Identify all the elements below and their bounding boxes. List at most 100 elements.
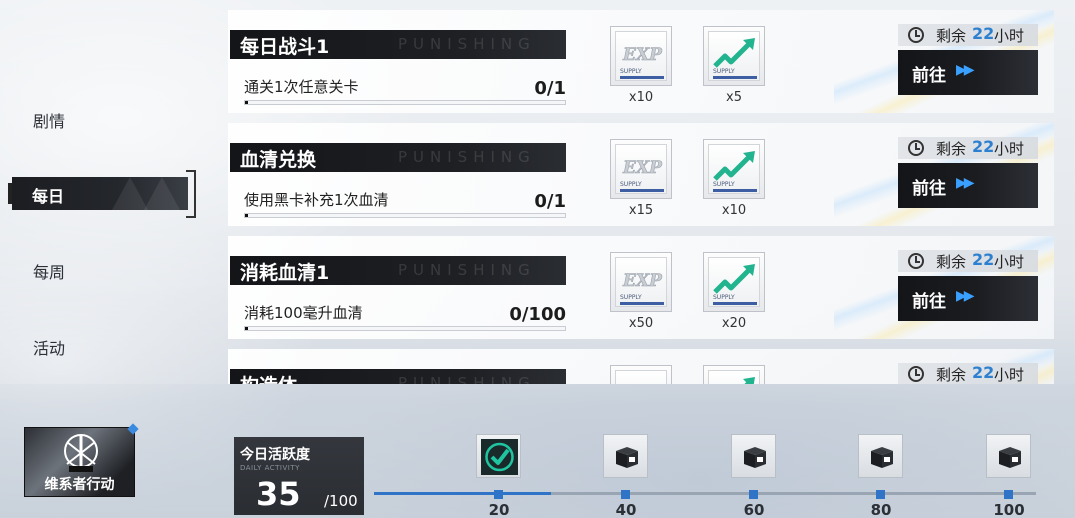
nav-decor-triangle <box>112 177 148 210</box>
go-button[interactable]: 前往 ▶▶ <box>898 50 1038 95</box>
timer-unit: 小时 <box>994 27 1025 45</box>
clock-icon <box>908 140 924 156</box>
reward-count: x50 <box>628 316 654 331</box>
timer-value: 22 <box>972 24 995 43</box>
check-claimed-icon <box>481 439 518 475</box>
svg-text:SUPPLY: SUPPLY <box>620 294 642 301</box>
milestone-value: 20 <box>488 501 510 518</box>
task-card: 消耗血清1 PUNISHING 消耗100毫升血清 0/100 EXP SUPP… <box>228 236 1054 339</box>
timer-label: 剩余 <box>936 366 967 384</box>
task-card: 构造体 PUNISHING EXP 剩余 22 小时 <box>228 349 1054 384</box>
level-up-arrow-icon <box>743 377 755 384</box>
reward-count: x20 <box>721 316 747 331</box>
nav-item-daily-label: 每日 <box>32 187 65 206</box>
reward-item-exp[interactable]: EXP SUPPLY <box>610 139 672 199</box>
task-progress-bar <box>244 100 566 105</box>
action-emblem-icon <box>64 434 98 472</box>
svg-text:SUPPLY: SUPPLY <box>620 68 642 75</box>
task-title: 每日战斗1 <box>240 36 330 58</box>
activity-value: 35 <box>256 475 301 513</box>
svg-text:EXP: EXP <box>622 158 663 178</box>
nav-item-story[interactable]: 剧情 <box>33 108 65 132</box>
reward-count: x10 <box>628 90 654 105</box>
activity-max: /100 <box>324 492 358 510</box>
timer-unit: 小时 <box>994 366 1025 384</box>
active-bracket <box>186 170 196 218</box>
task-progress-bar <box>244 326 566 331</box>
time-remaining: 剩余 22 小时 <box>898 250 1038 272</box>
reward-item-exp[interactable]: EXP <box>610 365 672 384</box>
milestone-value: 60 <box>743 501 765 518</box>
category-nav: 剧情 每日 每周 活动 <box>0 0 220 400</box>
timer-unit: 小时 <box>994 253 1025 271</box>
nav-item-daily[interactable]: 每日 <box>8 177 188 210</box>
nav-decor-triangle <box>144 177 180 210</box>
reward-count: x15 <box>628 203 654 218</box>
svg-text:SUPPLY: SUPPLY <box>713 68 735 75</box>
exp-supply-icon: EXP <box>622 384 664 385</box>
activity-progress-fill <box>374 492 551 495</box>
nav-item-event[interactable]: 活动 <box>33 335 65 359</box>
reward-item-levelup[interactable]: SUPPLY <box>703 252 765 312</box>
milestone-node <box>876 490 885 499</box>
timer-unit: 小时 <box>994 140 1025 158</box>
milestone-node <box>621 490 630 499</box>
task-card: 血清兑换 PUNISHING 使用黑卡补充1次血清 0/1 EXP SUPPLY… <box>228 123 1054 226</box>
svg-text:EXP: EXP <box>622 45 663 65</box>
supply-chest-icon <box>871 447 893 468</box>
activity-bar-area <box>0 384 1075 518</box>
reward-item-levelup[interactable] <box>703 365 765 384</box>
milestone-node <box>749 490 758 499</box>
task-progress-text: 0/1 <box>534 78 566 99</box>
reward-count: x5 <box>726 90 742 105</box>
double-arrow-icon: ▶▶ <box>956 288 974 304</box>
time-remaining: 剩余 22 小时 <box>898 137 1038 159</box>
task-title-bar: 每日战斗1 PUNISHING <box>230 30 566 59</box>
title-watermark: PUNISHING <box>398 148 536 166</box>
milestone-value: 40 <box>615 501 637 518</box>
title-watermark: PUNISHING <box>398 374 536 384</box>
go-button-label: 前往 <box>912 66 946 86</box>
svg-text:SUPPLY: SUPPLY <box>620 181 642 188</box>
time-remaining: 剩余 22 小时 <box>898 24 1038 46</box>
task-list[interactable]: 每日战斗1 PUNISHING 通关1次任意关卡 0/1 EXP SUPPLY … <box>228 10 1054 384</box>
timer-label: 剩余 <box>936 140 967 158</box>
reward-item-levelup[interactable]: SUPPLY <box>703 139 765 199</box>
timer-value: 22 <box>972 137 995 156</box>
task-description: 使用黑卡补充1次血清 <box>244 191 389 209</box>
timer-value: 22 <box>972 250 995 269</box>
go-button[interactable]: 前往 ▶▶ <box>898 163 1038 208</box>
timer-value: 22 <box>972 363 995 382</box>
supply-chest-icon <box>616 447 638 468</box>
clock-icon <box>908 253 924 269</box>
go-button-label: 前往 <box>912 179 946 199</box>
milestone-value: 100 <box>993 501 1025 518</box>
event-badge-button[interactable]: 维系者行动 <box>24 423 139 497</box>
reward-count: x10 <box>721 203 747 218</box>
timer-label: 剩余 <box>936 253 967 271</box>
event-badge-label: 维系者行动 <box>44 477 115 493</box>
task-description: 通关1次任意关卡 <box>244 78 359 96</box>
go-button-label: 前往 <box>912 292 946 312</box>
task-description: 消耗100毫升血清 <box>244 304 363 322</box>
nav-item-weekly[interactable]: 每周 <box>33 259 65 283</box>
task-progress-text: 0/100 <box>509 304 566 325</box>
time-remaining: 剩余 22 小时 <box>898 363 1038 384</box>
svg-text:SUPPLY: SUPPLY <box>713 181 735 188</box>
go-button[interactable]: 前往 ▶▶ <box>898 276 1038 321</box>
task-progress-text: 0/1 <box>534 191 566 212</box>
activity-title: 今日活跃度 <box>240 447 310 463</box>
milestone-value: 80 <box>870 501 892 518</box>
exp-supply-icon: EXP SUPPLY <box>620 45 664 79</box>
reward-item-levelup[interactable]: SUPPLY <box>703 26 765 86</box>
level-up-arrow-icon: SUPPLY <box>713 264 757 305</box>
task-title-bar: 血清兑换 PUNISHING <box>230 143 566 172</box>
title-watermark: PUNISHING <box>398 261 536 279</box>
level-up-arrow-icon: SUPPLY <box>713 38 757 79</box>
svg-text:SUPPLY: SUPPLY <box>713 294 735 301</box>
double-arrow-icon: ▶▶ <box>956 175 974 191</box>
reward-item-exp[interactable]: EXP SUPPLY <box>610 252 672 312</box>
task-title-bar: 构造体 PUNISHING <box>230 369 566 384</box>
timer-label: 剩余 <box>936 27 967 45</box>
reward-item-exp[interactable]: EXP SUPPLY <box>610 26 672 86</box>
